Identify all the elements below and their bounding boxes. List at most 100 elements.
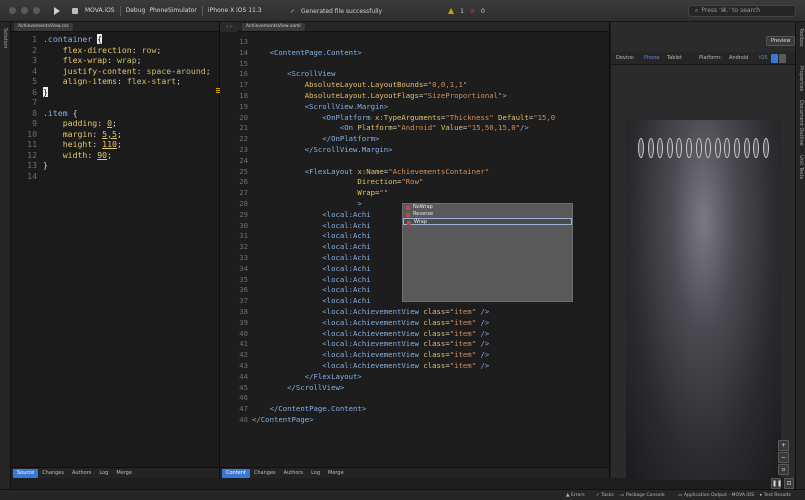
project-selector[interactable]: MOVA.iOS: [85, 7, 115, 14]
bottom-tab[interactable]: Authors: [68, 470, 95, 476]
code-line[interactable]: 38 <local:AchievementView class="item" /…: [220, 307, 609, 318]
bottom-tab[interactable]: Content: [222, 468, 250, 478]
bottom-tab[interactable]: Log: [95, 470, 112, 476]
code-line[interactable]: 8 .item {: [11, 108, 219, 119]
code-line[interactable]: 43 <local:AchievementView class="item" /…: [220, 361, 609, 372]
code-line[interactable]: 3 flex-wrap: wrap;: [11, 55, 219, 66]
code-line[interactable]: 14: [11, 171, 219, 182]
code-line[interactable]: 11 height: 110;: [11, 139, 219, 150]
code-line[interactable]: 48 </ContentPage>: [220, 415, 609, 426]
code-line[interactable]: 25 <FlexLayout x:Name="AchievementsConta…: [220, 167, 609, 178]
package-console-pad[interactable]: ▭ Package Console: [620, 493, 665, 498]
code-line[interactable]: 22 </OnPlatform>: [220, 134, 609, 145]
device-selector[interactable]: iPhone X iOS 11.3: [208, 7, 262, 14]
code-line[interactable]: 21 <On Platform="Android" Value="15,50,1…: [220, 123, 609, 134]
bottom-tab[interactable]: Changes: [38, 470, 68, 476]
code-line[interactable]: 44 </FlexLayout>: [220, 372, 609, 383]
tab-achievements-css[interactable]: AchievementsView.css: [14, 23, 73, 31]
code-line[interactable]: 41 <local:AchievementView class="item" /…: [220, 339, 609, 350]
refresh-button[interactable]: ⊡: [784, 478, 794, 489]
autocomplete-item[interactable]: Reverse: [403, 211, 572, 218]
device-phone[interactable]: Phone: [644, 55, 660, 61]
bottom-tab[interactable]: Merge: [324, 470, 348, 476]
tab-achievements-xaml[interactable]: AchievementsView.xaml: [242, 23, 305, 31]
autocomplete-popup[interactable]: NoWrap Reverse Wrap: [402, 203, 573, 302]
code-line[interactable]: 39 <local:AchievementView class="item" /…: [220, 318, 609, 329]
code-line[interactable]: 5 align-items: flex-start;: [11, 76, 219, 87]
code-line[interactable]: 23 </ScrollView.Margin>: [220, 145, 609, 156]
bottom-tab[interactable]: Changes: [250, 470, 280, 476]
solution-pad-tab[interactable]: Solution: [2, 28, 8, 48]
properties-pad-tab[interactable]: Properties: [798, 66, 804, 91]
code-line[interactable]: 45 </ScrollView>: [220, 383, 609, 394]
bottom-tab[interactable]: Source: [13, 468, 39, 478]
errors-pad[interactable]: ▲ Errors: [566, 493, 585, 498]
error-icon[interactable]: ⊘: [470, 8, 475, 15]
preview-button[interactable]: Preview: [766, 36, 796, 46]
code-token: />: [480, 350, 490, 360]
code-line[interactable]: 4 justify-content: space-around;: [11, 66, 219, 77]
minimize-window-button[interactable]: [21, 7, 28, 14]
code-line[interactable]: 2 flex-direction: row;: [11, 45, 219, 56]
code-line[interactable]: 40 <local:AchievementView class="item" /…: [220, 329, 609, 340]
code-line[interactable]: 14 <ContentPage.Content>: [220, 48, 609, 59]
window-controls[interactable]: [9, 7, 40, 14]
achievement-item: [676, 138, 683, 158]
code-line[interactable]: 20 <OnPlatform x:TypeArguments="Thicknes…: [220, 113, 609, 124]
zoom-out-button[interactable]: −: [778, 452, 789, 463]
target-selector[interactable]: PhoneSimulator: [149, 7, 197, 14]
navigation-arrows[interactable]: ‹ ›: [220, 22, 238, 32]
code-line[interactable]: 9 padding: 0;: [11, 118, 219, 129]
code-line[interactable]: 1 .container {: [11, 34, 219, 45]
zoom-in-button[interactable]: +: [778, 440, 789, 451]
bottom-tab[interactable]: Log: [307, 470, 324, 476]
pause-button[interactable]: ❚❚: [771, 478, 782, 489]
landscape-toggle[interactable]: [779, 54, 786, 63]
tasks-pad[interactable]: ✓ Tasks: [596, 493, 614, 498]
code-line[interactable]: 24: [220, 156, 609, 167]
autocomplete-item[interactable]: NoWrap: [403, 204, 572, 211]
platform-ios[interactable]: iOS: [759, 55, 768, 61]
code-token: {: [72, 107, 78, 118]
code-line[interactable]: 27 Wrap="": [220, 188, 609, 199]
code-line[interactable]: 13}: [11, 160, 219, 171]
code-line[interactable]: 19 <ScrollView.Margin>: [220, 102, 609, 113]
code-line[interactable]: 47 </ContentPage.Content>: [220, 404, 609, 415]
close-window-button[interactable]: [9, 7, 16, 14]
code-line[interactable]: 18 AbsoluteLayout.LayoutFlags="SizePropo…: [220, 91, 609, 102]
warning-icon[interactable]: [448, 8, 455, 14]
zoom-fit-button[interactable]: ▫: [778, 464, 789, 475]
code-line[interactable]: 6}: [11, 86, 219, 98]
unit-tests-pad-tab[interactable]: Unit Tests: [798, 155, 804, 179]
code-line[interactable]: 26 Direction="Row": [220, 177, 609, 188]
run-icon[interactable]: [54, 6, 60, 15]
achievement-item: [647, 138, 654, 158]
code-line[interactable]: 7: [11, 97, 219, 108]
code-line[interactable]: 46: [220, 393, 609, 404]
code-line[interactable]: 15: [220, 59, 609, 70]
document-outline-pad-tab[interactable]: Document Outline: [798, 100, 804, 146]
config-selector[interactable]: Debug: [126, 7, 146, 14]
test-results-pad[interactable]: ▸ Test Results: [760, 493, 791, 498]
css-code-area[interactable]: 1 .container {2 flex-direction: row; 3 fle…: [11, 34, 219, 181]
code-token: <local:Achi: [252, 285, 371, 295]
zoom-window-button[interactable]: [33, 7, 40, 14]
device-tablet[interactable]: Tablet: [667, 55, 682, 61]
code-line[interactable]: 10 margin: 5,5;: [11, 129, 219, 140]
platform-android[interactable]: Android: [729, 55, 748, 61]
autocomplete-item[interactable]: Wrap: [403, 218, 572, 225]
stop-icon[interactable]: [72, 7, 78, 14]
css-editor[interactable]: AchievementsView.css 1 .container {2 flex…: [11, 22, 221, 478]
portrait-toggle[interactable]: [771, 54, 778, 63]
search-input[interactable]: ⌕ Press '⌘.' to search: [688, 5, 796, 17]
code-line[interactable]: 17 AbsoluteLayout.LayoutBounds="0,0,1,1": [220, 80, 609, 91]
code-line[interactable]: 16 <ScrollView: [220, 69, 609, 80]
code-text: <local:Achi: [252, 221, 370, 232]
bottom-tab[interactable]: Authors: [280, 470, 307, 476]
code-line[interactable]: 42 <local:AchievementView class="item" /…: [220, 350, 609, 361]
bottom-tab[interactable]: Merge: [112, 470, 136, 476]
toolbox-pad-tab[interactable]: Toolbox: [798, 28, 804, 47]
application-output-pad[interactable]: ▭ Application Output - MOVA.iOS: [678, 493, 754, 498]
code-line[interactable]: 13: [220, 37, 609, 48]
code-line[interactable]: 12 width: 90;: [11, 150, 219, 161]
